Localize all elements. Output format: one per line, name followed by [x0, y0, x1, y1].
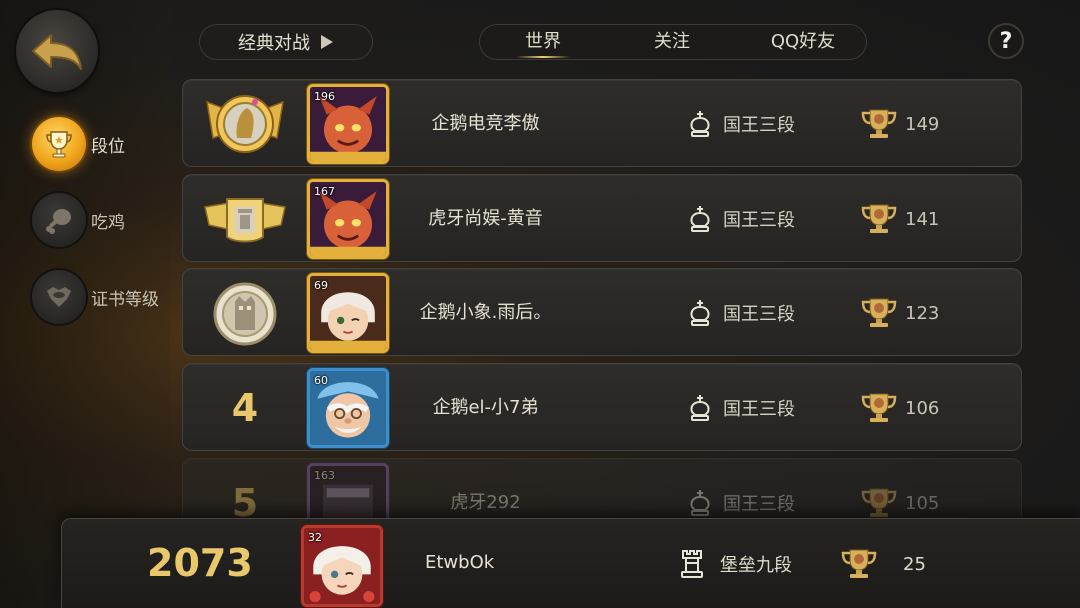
player-level: 196: [314, 90, 335, 103]
tab-qq-friends[interactable]: QQ好友: [762, 25, 844, 59]
king-chess-icon: [690, 490, 710, 516]
trophy-icon: [861, 204, 897, 233]
rank-title: 国王三段: [687, 175, 795, 263]
back-arrow-icon: [32, 34, 82, 70]
help-button[interactable]: ?: [988, 23, 1024, 59]
self-player-name: EtwbOk: [425, 552, 495, 573]
trophy-icon: [861, 393, 897, 422]
trophy-icon: [841, 549, 877, 578]
king-chess-icon: [690, 206, 710, 232]
rank-title: 国王三段: [687, 269, 795, 357]
self-trophy-value: 25: [903, 553, 926, 575]
self-rank-title: 堡垒九段: [680, 519, 792, 608]
mode-selector-label: 经典对战: [238, 33, 310, 54]
tab-world[interactable]: 世界: [514, 25, 572, 59]
player-name: 企鹅电竞李傲: [431, 113, 540, 134]
back-button[interactable]: [16, 10, 98, 92]
player-level: 32: [308, 531, 322, 544]
trophy-icon: [32, 117, 86, 171]
ranking-row[interactable]: 167 虎牙尚娱-黄音 国王三段 141: [182, 174, 1022, 262]
rank-title: 国王三段: [687, 80, 795, 168]
certificate-icon: [32, 270, 86, 324]
avatar[interactable]: 69: [307, 273, 389, 353]
trophy-icon: [861, 298, 897, 327]
sidebar-item-label: 吃鸡: [91, 212, 125, 233]
king-chess-icon: [690, 111, 710, 137]
sidebar-item-label: 证书等级: [91, 289, 159, 310]
player-level: 167: [314, 185, 335, 198]
sidebar-item-certificate[interactable]: 证书等级: [32, 270, 159, 324]
avatar[interactable]: 60: [307, 368, 389, 448]
trophy-value: 149: [905, 113, 940, 135]
self-ranking-row[interactable]: 2073 32 EtwbOk 堡垒九段 25: [61, 518, 1080, 608]
trophy-icon: [861, 109, 897, 138]
rank-title-label: 国王三段: [723, 399, 795, 420]
king-chess-icon: [690, 395, 710, 421]
ranking-row[interactable]: 69 企鹅小象.雨后。 国王三段 123: [182, 268, 1022, 356]
rank-title-label: 国王三段: [723, 210, 795, 231]
tab-following[interactable]: 关注: [642, 25, 702, 59]
rank-title-label: 国王三段: [723, 304, 795, 325]
rank-title-label: 国王三段: [723, 115, 795, 136]
gold-lion-badge-icon: [203, 86, 287, 162]
sidebar-item-chicken[interactable]: 吃鸡: [32, 193, 125, 247]
trophy-count: 141: [859, 175, 939, 263]
rook-chess-icon: [681, 550, 703, 578]
trophy-value: 105: [905, 492, 940, 514]
self-trophy-count: 25: [839, 519, 926, 608]
trophy-icon: [861, 488, 897, 517]
trophy-count: 106: [859, 364, 939, 452]
mode-selector-button[interactable]: 经典对战: [199, 24, 373, 60]
player-name: 虎牙尚娱-黄音: [428, 208, 543, 229]
tab-bar: 世界 关注 QQ好友: [479, 24, 867, 60]
trophy-value: 123: [905, 302, 940, 324]
ranking-row[interactable]: 196 企鹅电竞李傲 国王三段 149: [182, 79, 1022, 167]
trophy-value: 141: [905, 208, 940, 230]
avatar[interactable]: 196: [307, 84, 389, 164]
rank-title-label: 国王三段: [723, 494, 795, 515]
bronze-knight-badge-icon: [203, 275, 287, 351]
avatar[interactable]: 167: [307, 179, 389, 259]
trophy-count: 123: [859, 269, 939, 357]
self-rank-number: 2073: [147, 541, 253, 585]
silver-rook-badge-icon: [203, 181, 287, 257]
trophy-value: 106: [905, 397, 940, 419]
drumstick-icon: [32, 193, 86, 247]
player-level: 69: [314, 279, 328, 292]
ranking-row[interactable]: 4 60 企鹅el-小7弟 国王三段 106: [182, 363, 1022, 451]
sidebar-item-rank[interactable]: 段位: [32, 117, 125, 171]
player-name: 企鹅el-小7弟: [432, 397, 539, 418]
self-rank-title-label: 堡垒九段: [720, 555, 792, 576]
rank-title: 国王三段: [687, 364, 795, 452]
self-avatar[interactable]: 32: [301, 525, 383, 607]
triangle-right-icon: [321, 35, 333, 49]
player-level: 163: [314, 469, 335, 482]
king-chess-icon: [690, 300, 710, 326]
player-level: 60: [314, 374, 328, 387]
player-name: 企鹅小象.雨后。: [419, 302, 552, 323]
trophy-count: 149: [859, 80, 939, 168]
sidebar-item-label: 段位: [91, 136, 125, 157]
rank-number: 4: [231, 386, 259, 430]
